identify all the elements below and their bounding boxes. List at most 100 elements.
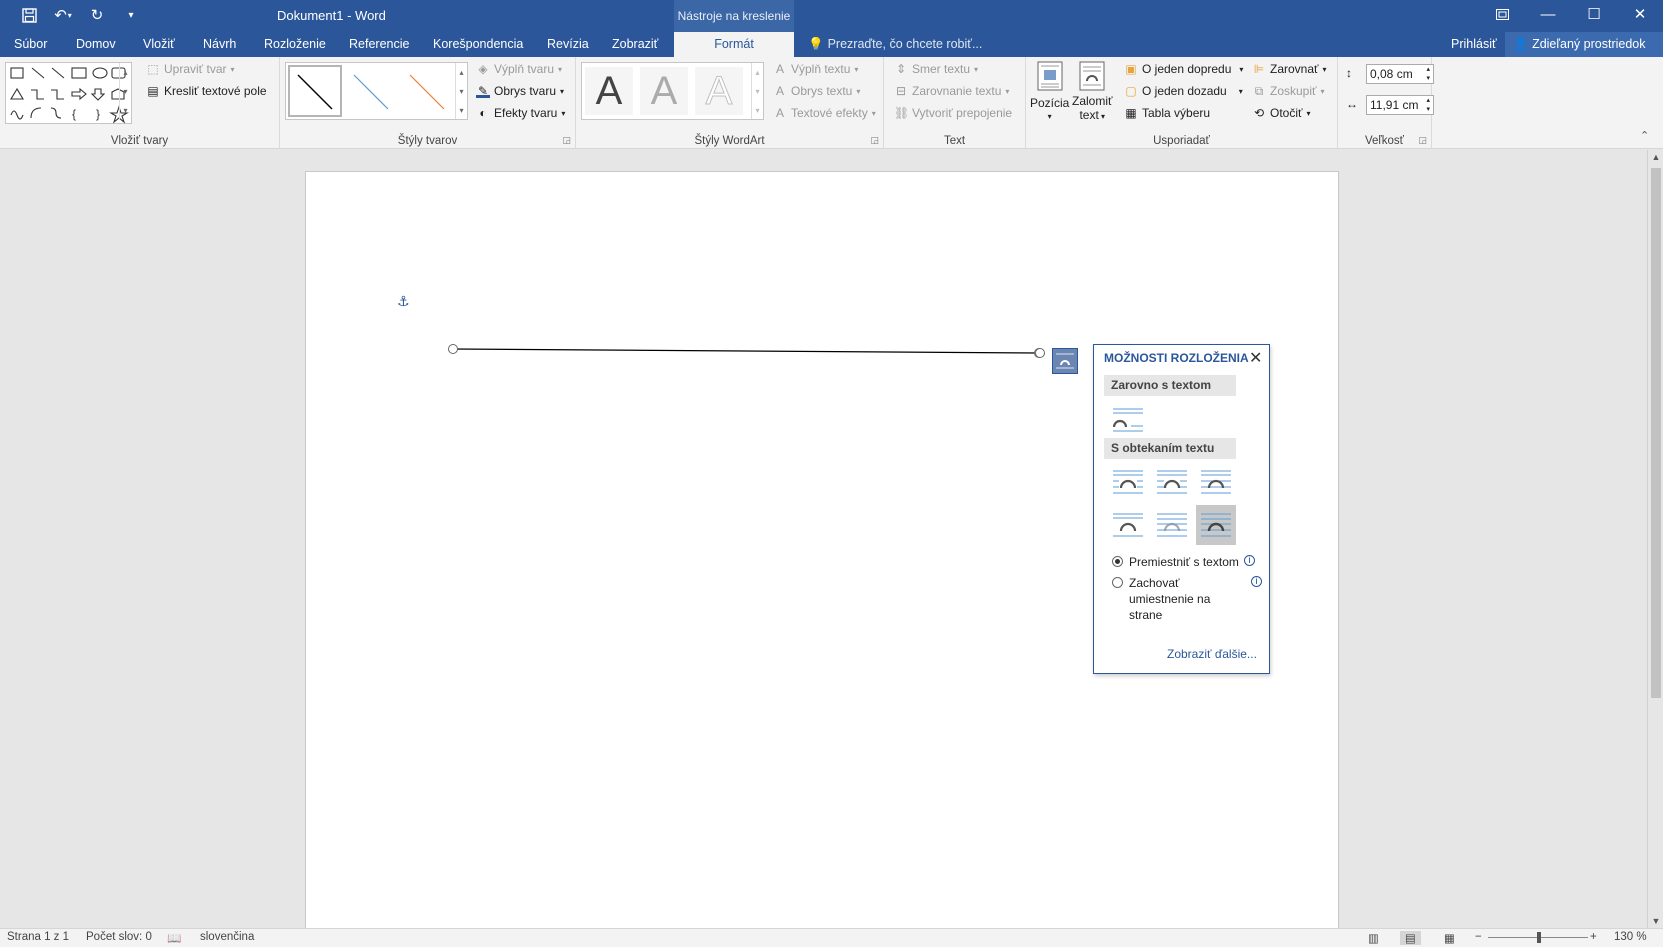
zoom-level[interactable]: 130 % [1614,931,1647,943]
draw-textbox-button[interactable]: ▤ Kresliť textové pole [146,84,266,98]
wordart-gallery-scroll[interactable]: ▴ ▾ ▾ [751,63,763,119]
gallery-scroll[interactable]: ▴ ▾ ▾ [119,63,131,119]
wordart-launcher-icon[interactable]: ◲ [870,135,879,146]
page-count[interactable]: Strana 1 z 1 [7,931,69,943]
close-icon[interactable]: ✕ [1617,0,1663,28]
wordart-gallery[interactable]: A A A ▴ ▾ ▾ [581,62,764,120]
group-objects-button[interactable]: ⧉ Zoskupiť ▾ [1252,84,1325,98]
shape-styles-gallery[interactable]: ▴ ▾ ▾ [285,62,468,120]
size-launcher-icon[interactable]: ◲ [1418,135,1427,146]
tab-home[interactable]: Domov [76,32,116,57]
text-outline-button[interactable]: A Obrys textu ▾ [773,84,860,98]
tab-format[interactable]: Formát [674,32,794,57]
wrap-tight-icon[interactable] [1152,462,1192,502]
restore-icon[interactable] [1479,0,1525,28]
radio-fix-position[interactable]: Zachovať umiestnenie na strane [1112,575,1252,625]
read-mode-icon[interactable]: ▥ [1368,931,1379,945]
group-wordart: A A A ▴ ▾ ▾ A Výplň textu ▾ A Obrys textu ▾ AT… [576,57,884,149]
edit-shape-button[interactable]: ⬚ Upraviť tvar ▾ [146,62,234,76]
position-button[interactable]: Pozícia ▾ [1030,61,1069,121]
width-spinner[interactable]: ▴ ▾ [1426,96,1430,114]
inline-section-header: Zarovno s textom [1104,375,1236,396]
scroll-up-icon[interactable]: ▲ [1648,152,1663,162]
collapse-ribbon-icon[interactable]: ⌃ [1640,129,1649,142]
wrap-in-front-icon[interactable] [1196,505,1236,545]
style-thumb-orange[interactable] [400,65,454,117]
create-link-button[interactable]: ⛓ Vytvoriť prepojenie [894,106,1012,120]
proofing-icon[interactable]: 📖 [167,931,181,945]
radio-move-with-text[interactable]: Premiestniť s textom [1112,554,1252,570]
tab-mailings[interactable]: Korešpondencia [433,32,523,57]
group-label-wordart: Štýly WordArt [694,135,765,147]
wordart-style-3[interactable]: A [695,67,743,115]
shape-styles-launcher-icon[interactable]: ◲ [562,135,571,146]
maximize-icon[interactable]: ☐ [1571,0,1617,28]
styles-gallery-scroll[interactable]: ▴ ▾ ▾ [455,63,467,119]
web-layout-icon[interactable]: ▦ [1444,931,1455,945]
language[interactable]: slovenčina [200,931,254,943]
selection-pane-button[interactable]: ▦ Tabla výberu [1124,106,1210,120]
scroll-down-icon[interactable]: ▼ [1648,916,1663,926]
info-icon[interactable]: i [1244,555,1255,566]
minimize-icon[interactable]: — [1525,0,1571,28]
wrap-text-button[interactable]: Zalomiť text ▾ [1072,61,1113,122]
shape-effects-button[interactable]: ◐ Efekty tvaru ▾ [476,106,565,120]
customize-qat-icon[interactable]: ▾ [120,4,142,26]
wrap-through-icon[interactable] [1196,462,1236,502]
wrap-text-icon [1079,61,1105,94]
align-icon: ⊫ [1253,62,1265,76]
zoom-slider-thumb[interactable] [1537,932,1541,943]
tab-view[interactable]: Zobraziť [612,32,658,57]
tab-insert[interactable]: Vložiť [143,32,175,57]
shape-outline-button[interactable]: ✎ Obrys tvaru ▾ [476,84,564,98]
text-direction-button[interactable]: ⇕ Smer textu ▾ [894,62,978,76]
wordart-style-2[interactable]: A [640,67,688,115]
style-thumb-blue[interactable] [344,65,398,117]
wrap-behind-text-icon[interactable] [1152,505,1192,545]
zoom-in-icon[interactable]: + [1590,931,1597,943]
tab-layout[interactable]: Rozloženie [264,32,326,57]
info-icon-2[interactable]: i [1251,576,1262,587]
ribbon: { } ▴ ▾ ▾ ⬚ Upraviť tvar ▾ ▤ Kresliť textové … [0,57,1663,149]
align-button[interactable]: ⊫ Zarovnať ▾ [1252,62,1327,76]
scroll-thumb[interactable] [1651,168,1661,698]
redo-icon[interactable]: ↻ [86,4,108,26]
layout-options-button[interactable] [1052,348,1078,374]
wordart-style-1[interactable]: A [585,67,633,115]
quick-access-toolbar: ↶ ▾ ↻ ▾ [18,4,142,26]
print-layout-icon[interactable]: ▤ [1400,931,1421,945]
zoom-out-icon[interactable]: − [1475,931,1482,943]
word-count[interactable]: Počet slov: 0 [86,931,152,943]
wrap-top-bottom-icon[interactable] [1108,505,1148,545]
share-button[interactable]: 👤 Zdieľaný prostriedok [1505,32,1663,57]
vertical-scrollbar[interactable]: ▲ ▼ [1647,150,1663,928]
line-start-handle[interactable] [448,344,458,354]
tab-references[interactable]: Referencie [349,32,409,57]
rotate-button[interactable]: ⟲ Otočiť ▾ [1252,106,1311,120]
tab-review[interactable]: Revízia [547,32,589,57]
tab-file[interactable]: Súbor [14,32,47,57]
sign-in-link[interactable]: Prihlásiť [1451,32,1497,57]
shape-width-input[interactable]: 11,91 cm ▴ ▾ [1366,95,1434,115]
close-icon[interactable]: ✕ [1249,348,1262,368]
send-backward-button[interactable]: ▢ O jeden dozadu ▾ [1124,84,1242,98]
undo-icon[interactable]: ↶ ▾ [52,4,74,26]
document-title: Dokument1 - Word [277,8,386,23]
height-spinner[interactable]: ▴ ▾ [1426,65,1430,83]
text-fill-button[interactable]: A Výplň textu ▾ [773,62,858,76]
rotate-icon: ⟲ [1253,106,1265,120]
tell-me-search[interactable]: 💡 Prezraďte, čo chcete robiť... [808,32,982,57]
tab-design[interactable]: Návrh [203,32,236,57]
see-more-link[interactable]: Zobraziť ďalšie... [1167,647,1257,661]
text-effects-button[interactable]: A Textové efekty ▾ [773,106,876,120]
wrap-square-icon[interactable] [1108,462,1148,502]
style-thumb-black[interactable] [288,65,342,117]
shapes-gallery[interactable]: { } ▴ ▾ ▾ [5,62,132,124]
shape-height-input[interactable]: 0,08 cm ▴ ▾ [1366,64,1434,84]
bring-forward-button[interactable]: ▣ O jeden dopredu ▾ [1124,62,1243,76]
align-text-button[interactable]: ⊟ Zarovnanie textu ▾ [894,84,1009,98]
wrap-inline-icon[interactable] [1108,400,1148,440]
line-shape[interactable] [440,340,1040,360]
save-icon[interactable] [18,4,40,26]
shape-fill-button[interactable]: ◈ Výplň tvaru ▾ [476,62,562,76]
